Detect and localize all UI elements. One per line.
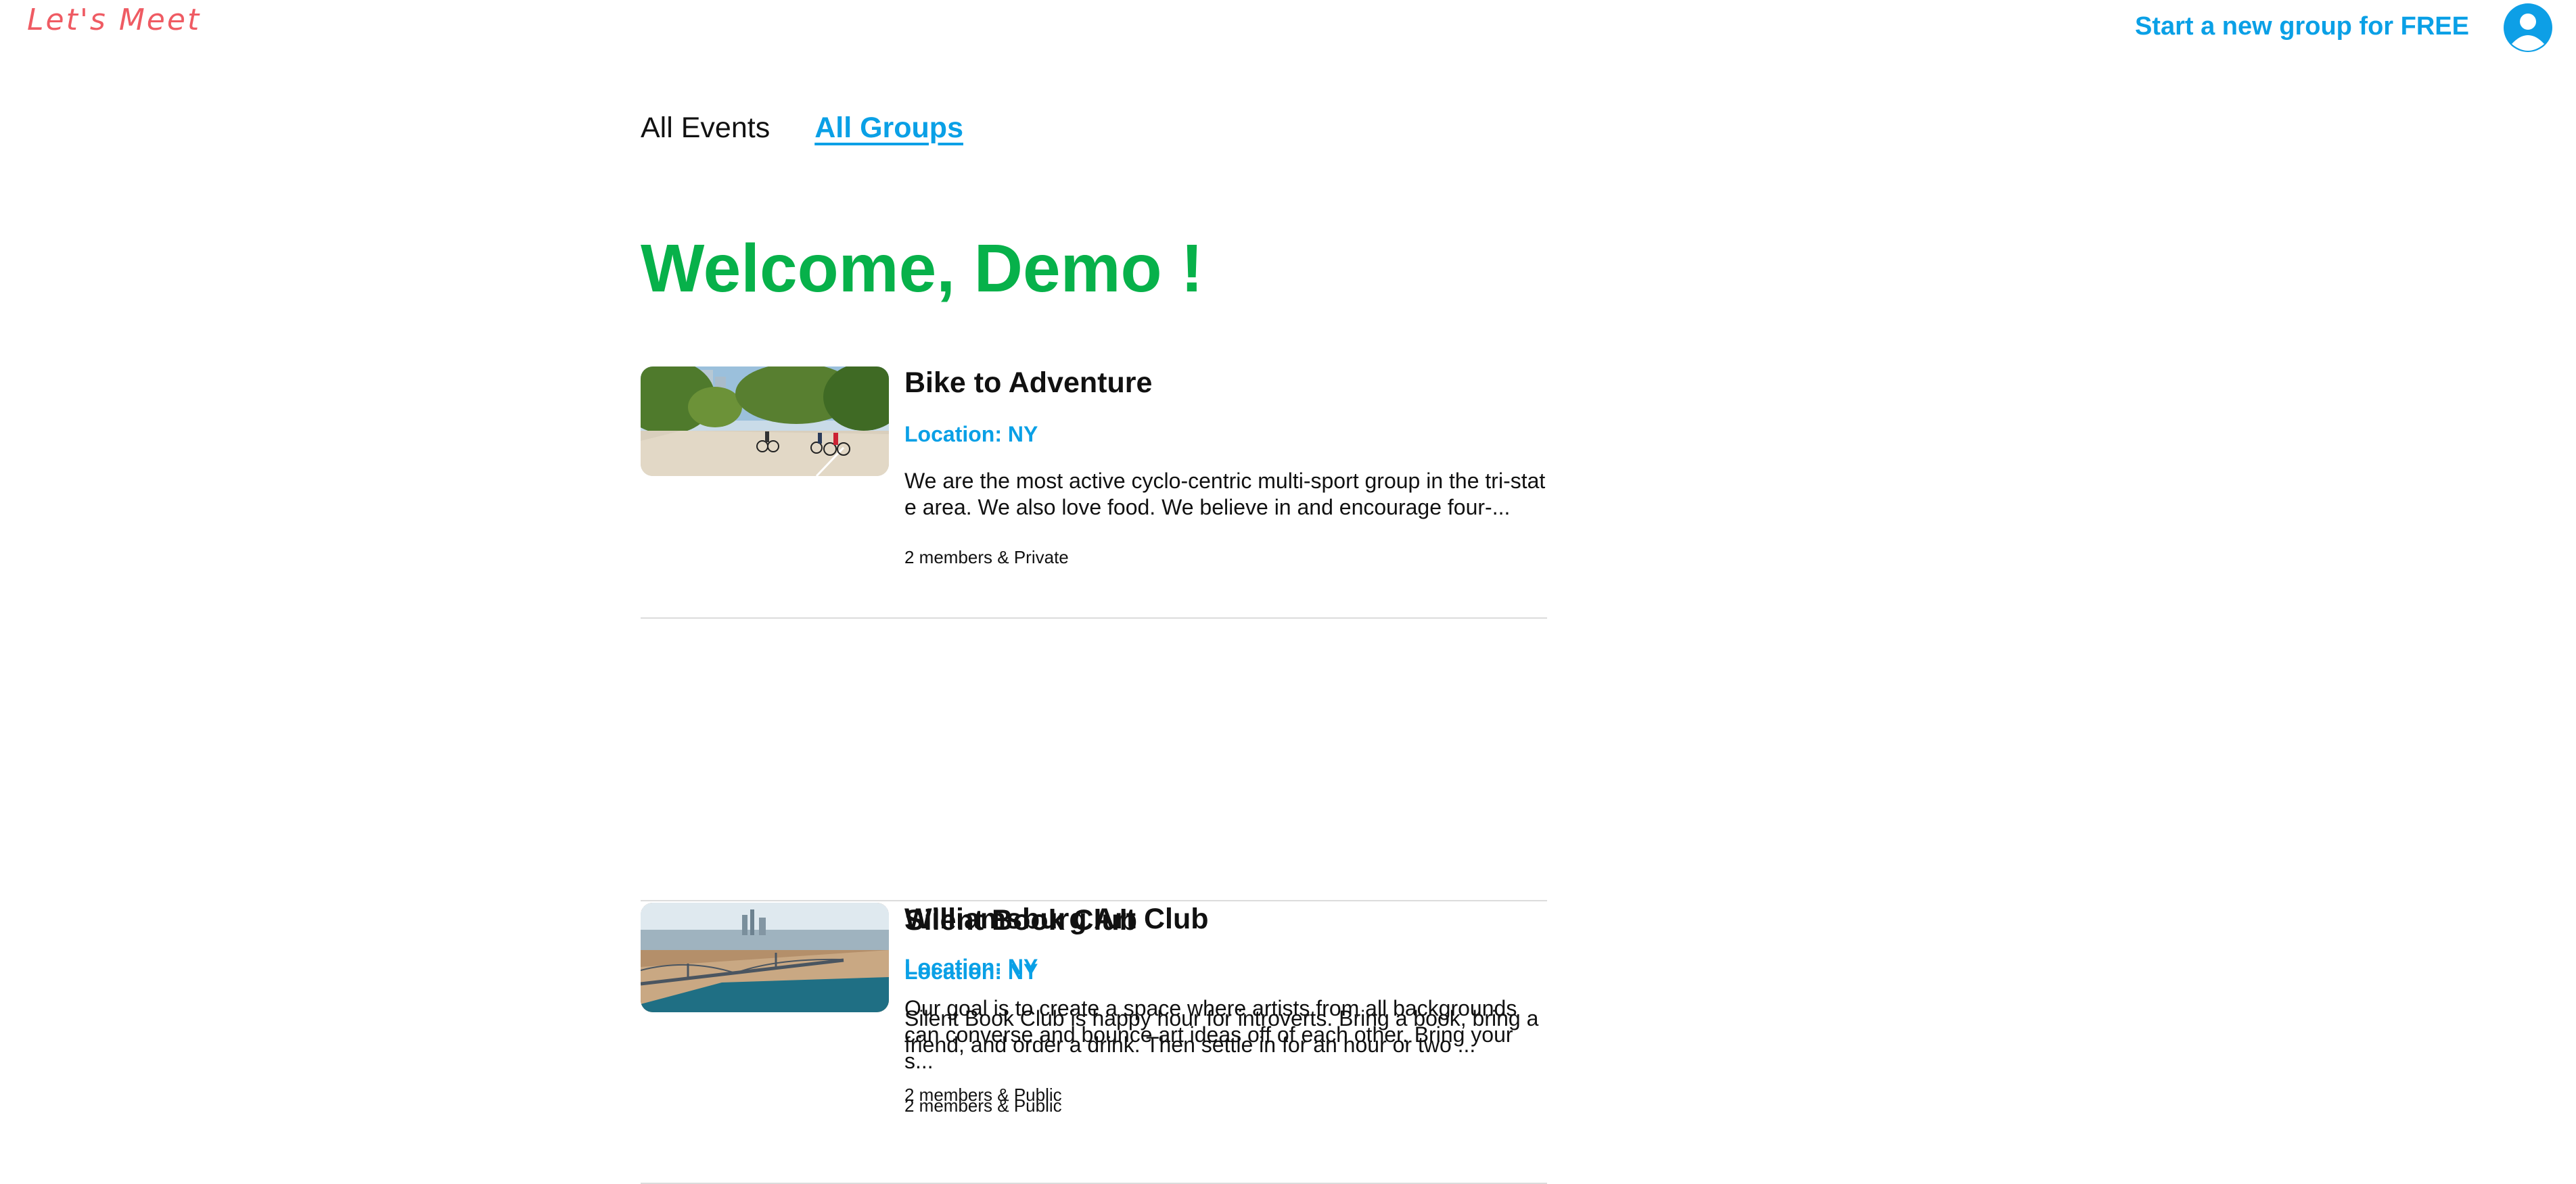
group-list: Bike to Adventure Location: NY We are th… (641, 365, 1547, 1184)
group-title[interactable]: Bike to Adventure (904, 365, 1547, 400)
group-image-bike-park[interactable] (641, 366, 889, 476)
group-description: We are the most active cyclo-centric mul… (904, 469, 1546, 519)
welcome-heading: Welcome, Demo ! (641, 231, 1203, 306)
group-title[interactable]: Williamsburg Art Club (904, 901, 1547, 937)
tab-all-groups[interactable]: All Groups (814, 112, 963, 145)
group-meta: 2 members & Public (904, 1095, 1062, 1116)
group-location: Location: NY (904, 422, 1038, 446)
tab-all-events[interactable]: All Events (641, 112, 770, 145)
view-tabs: All Events All Groups (641, 112, 963, 145)
group-card-silent-book-club[interactable]: Silent Book Club Location: NY Silent Boo… (641, 619, 1547, 1105)
top-header: Let's Meet Start a new group for FREE (0, 0, 2576, 61)
group-info: Williamsburg Art Club Location: NY Our g… (904, 901, 1547, 1116)
group-description: Our goal is to create a space where arti… (904, 996, 1517, 1073)
group-image-city-bridge[interactable] (641, 903, 889, 1012)
group-meta: 2 members & Private (904, 547, 1069, 567)
group-card-williamsburg-art-club[interactable]: Williamsburg Art Club Location: NY Our g… (641, 901, 1547, 1184)
user-avatar-icon[interactable] (2504, 3, 2552, 52)
start-new-group-link[interactable]: Start a new group for FREE (2135, 12, 2469, 41)
group-card-bike-to-adventure[interactable]: Bike to Adventure Location: NY We are th… (641, 365, 1547, 619)
group-info: Bike to Adventure Location: NY We are th… (904, 365, 1547, 568)
group-location: Location: NY (904, 955, 1038, 979)
app-logo[interactable]: Let's Meet (27, 3, 201, 37)
